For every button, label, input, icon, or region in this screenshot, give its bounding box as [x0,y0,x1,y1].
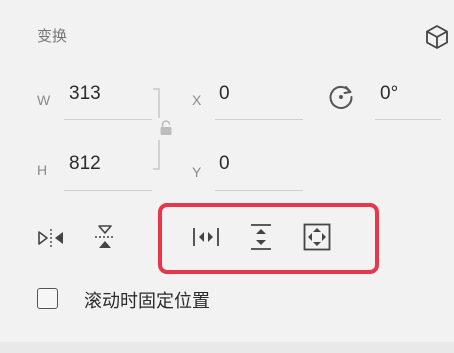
cube-3d-icon[interactable] [424,24,450,50]
stretch-vertical-icon[interactable] [246,222,276,252]
x-input[interactable]: 0 [219,83,230,105]
rotation-underline [375,119,441,120]
width-label: W [37,92,51,108]
stretch-horizontal-icon[interactable] [191,222,221,252]
y-label: Y [192,164,202,180]
width-underline [64,119,152,120]
flip-horizontal-icon[interactable] [36,223,66,253]
x-underline [215,119,303,120]
height-input[interactable]: 812 [69,153,101,175]
stretch-both-icon[interactable] [302,222,332,252]
lock-icon[interactable] [159,120,173,136]
y-underline [215,190,303,191]
width-input[interactable]: 313 [69,83,101,105]
section-title: 变换 [37,27,68,45]
flip-vertical-icon[interactable] [90,222,120,252]
transform-panel: 变换 W 313 H 812 X 0 Y 0 0° 滚动时固定位置 [0,0,454,353]
height-underline [64,190,152,191]
x-label: X [192,92,202,108]
fixed-on-scroll-checkbox[interactable] [37,288,58,309]
rotate-icon [329,85,353,109]
y-input[interactable]: 0 [219,153,230,175]
panel-bottom-edge [0,342,454,353]
height-label: H [37,162,48,178]
fixed-on-scroll-label: 滚动时固定位置 [84,291,210,312]
rotation-input[interactable]: 0° [380,83,398,105]
